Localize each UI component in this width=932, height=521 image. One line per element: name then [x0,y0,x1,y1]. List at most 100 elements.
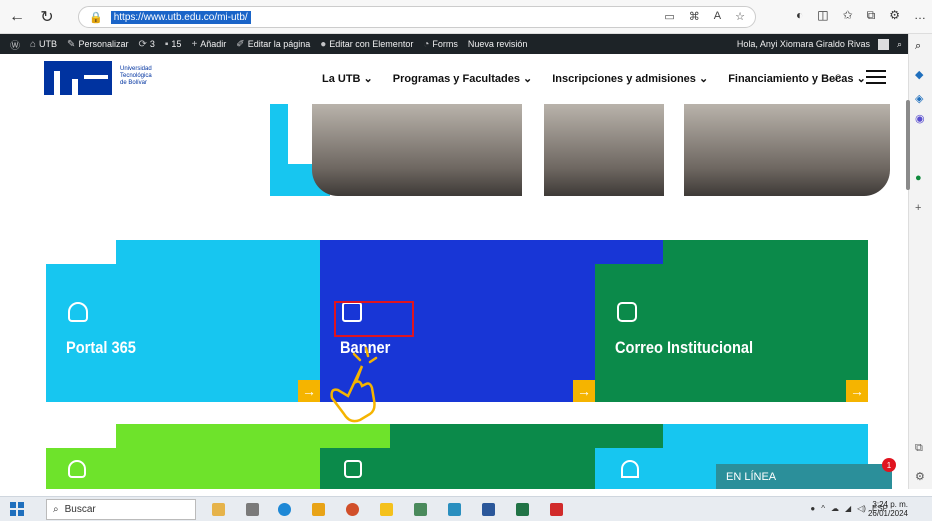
edge-outlook-icon[interactable]: ● [915,172,922,184]
mail-icon [617,302,637,322]
wp-edit-page[interactable]: ✐ Editar la página [236,39,310,50]
windows-start-icon[interactable] [10,502,24,516]
nav-la-utb[interactable]: La UTB ⌄ [322,72,373,85]
main-nav: La UTB ⌄ Programas y Facultades ⌄ Inscri… [322,72,866,85]
volume-icon[interactable]: ◁) [857,504,866,513]
tile-portal-tab [116,240,320,266]
apps-icon[interactable]: ⌘ [689,10,700,23]
wp-search-icon[interactable]: ⌕ [897,39,902,50]
wp-edit-elementor[interactable]: ● Editar con Elementor [320,39,413,50]
wp-updates[interactable]: ⟳ 3 [138,39,154,50]
wp-comments[interactable]: ▪ 15 [165,39,182,50]
file-explorer-icon[interactable] [312,503,325,516]
lock-icon: 🔒 [89,11,103,24]
read-aloud-icon[interactable]: A [714,10,721,23]
updates-icon: ⟳ [138,38,147,50]
tile-banner-tab [320,240,663,266]
edge-games-icon[interactable]: ◉ [915,112,925,125]
edge-shopping-icon[interactable]: ◆ [915,68,923,81]
help-icon[interactable]: ● [810,504,815,513]
wp-forms[interactable]: ◔ Forms [423,39,458,50]
collections-icon[interactable]: ⧉ [867,8,876,23]
extensions-icon[interactable]: ⚙ [889,8,900,23]
tile-row2-lime[interactable] [46,448,320,489]
edge-search-icon[interactable]: ⌕ [915,40,921,53]
tile-title-correo: Correo Institucional [615,338,754,357]
nav-programas[interactable]: Programas y Facultades ⌄ [393,72,532,85]
wp-greeting[interactable]: Hola, Anyi Xiomara Giraldo Rivas [737,39,870,49]
wp-logo[interactable]: Ⓦ [10,37,20,52]
utb-logo[interactable] [44,61,112,95]
split-screen-icon[interactable]: ◫ [817,8,828,23]
acrobat-icon[interactable] [550,503,563,516]
excel-icon[interactable] [516,503,529,516]
taskbar-search[interactable]: ⌕ Buscar [46,499,196,520]
edge-tools-icon[interactable]: ◈ [915,92,923,105]
browser-toolbar: ← ↻ 🔒 https://www.utb.edu.co/mi-utb/ ▭ ⌘… [0,0,932,34]
back-icon[interactable]: ← [4,4,30,30]
edge-sidebar: ⌕ ◆ ◈ ◉ ● + ⧉ ⚙ [908,34,932,489]
edge-external-icon[interactable]: ⧉ [915,442,923,455]
comment-icon: ▪ [164,38,169,50]
arrow-right-icon[interactable]: → [573,380,595,402]
powerpoint-icon[interactable] [346,503,359,516]
photos-icon[interactable] [414,503,427,516]
tile-row2-green[interactable] [320,448,595,489]
windows-taskbar: ⌕ Buscar ● ^ ☁ ◢ ◁) ESP 3:24 p. m. 26/01… [0,496,932,521]
tile-portal-365[interactable]: Portal 365 → [46,264,320,402]
wp-account: Hola, Anyi Xiomara Giraldo Rivas ⌕ [737,34,902,54]
pencil-icon: ✐ [236,38,245,50]
chat-widget[interactable]: EN LÍNEA [716,464,892,489]
network-icon[interactable]: ◢ [845,504,851,513]
wp-site-link[interactable]: ⌂ UTB [30,39,57,50]
edge-add-icon[interactable]: + [915,202,921,214]
store-icon[interactable] [448,503,461,516]
wp-add-new[interactable]: + Añadir [191,39,226,50]
edge-settings-icon[interactable]: ⚙ [915,470,925,483]
search-icon[interactable]: ⌕ [834,68,842,85]
task-view-icon[interactable] [246,503,259,516]
clock[interactable]: 3:24 p. m. 26/01/2024 [868,500,908,518]
avatar[interactable] [877,38,889,50]
banner-highlight-box [334,301,414,337]
brush-icon: ✎ [67,38,76,50]
pointing-hand-icon [330,346,378,423]
reader-icon[interactable]: ▭ [664,10,674,23]
graduation-cap-icon [68,460,86,478]
word-icon[interactable] [482,503,495,516]
favorites-icon[interactable]: ✩ [843,8,853,23]
more-icon[interactable]: … [914,8,926,23]
wordpress-icon: Ⓦ [10,40,20,52]
edge-browser-icon[interactable] [278,503,291,516]
sticky-notes-icon[interactable] [380,503,393,516]
plus-icon: + [191,38,198,50]
tile-row2-cyan-tab [663,424,868,450]
arrow-right-icon[interactable]: → [846,380,868,402]
arrow-right-icon[interactable]: → [298,380,320,402]
scrollbar[interactable] [906,100,910,190]
logo-text: Universidad Tecnológica de Bolívar [120,66,152,86]
nav-inscripciones[interactable]: Inscripciones y admisiones ⌄ [552,72,708,85]
nav-financiamiento[interactable]: Financiamiento y Becas ⌄ [728,72,866,85]
tile-correo-institucional[interactable]: Correo Institucional → [595,264,868,402]
tile-row2-lime-tab [116,424,390,450]
wifi-icon [621,460,639,478]
site-header: Universidad Tecnológica de Bolívar La UT… [0,54,906,104]
tile-row2-green-tab [390,424,663,450]
graduation-cap-icon [68,302,88,322]
refresh-icon[interactable]: ↻ [34,4,60,30]
url-text[interactable]: https://www.utb.edu.co/mi-utb/ [110,10,251,24]
wp-new-revision[interactable]: Nueva revisión [468,39,528,49]
widgets-icon[interactable] [212,503,225,516]
favorite-icon[interactable]: ☆ [735,10,745,23]
tile-title-portal: Portal 365 [66,338,136,357]
dashboard-icon: ⌂ [30,38,37,50]
wp-admin-bar: Ⓦ ⌂ UTB ✎ Personalizar ⟳ 3 ▪ 15 + Añadir ✐ Edi… [0,34,908,54]
chevron-up-icon[interactable]: ^ [821,504,825,513]
hamburger-menu-icon[interactable] [866,66,886,88]
document-icon [344,460,362,478]
copilot-icon[interactable]: ◐ [796,8,803,23]
cloud-icon[interactable]: ☁ [831,504,839,513]
address-bar[interactable]: 🔒 https://www.utb.edu.co/mi-utb/ ▭ ⌘ A ☆ [78,6,756,28]
wp-customize[interactable]: ✎ Personalizar [67,39,128,50]
